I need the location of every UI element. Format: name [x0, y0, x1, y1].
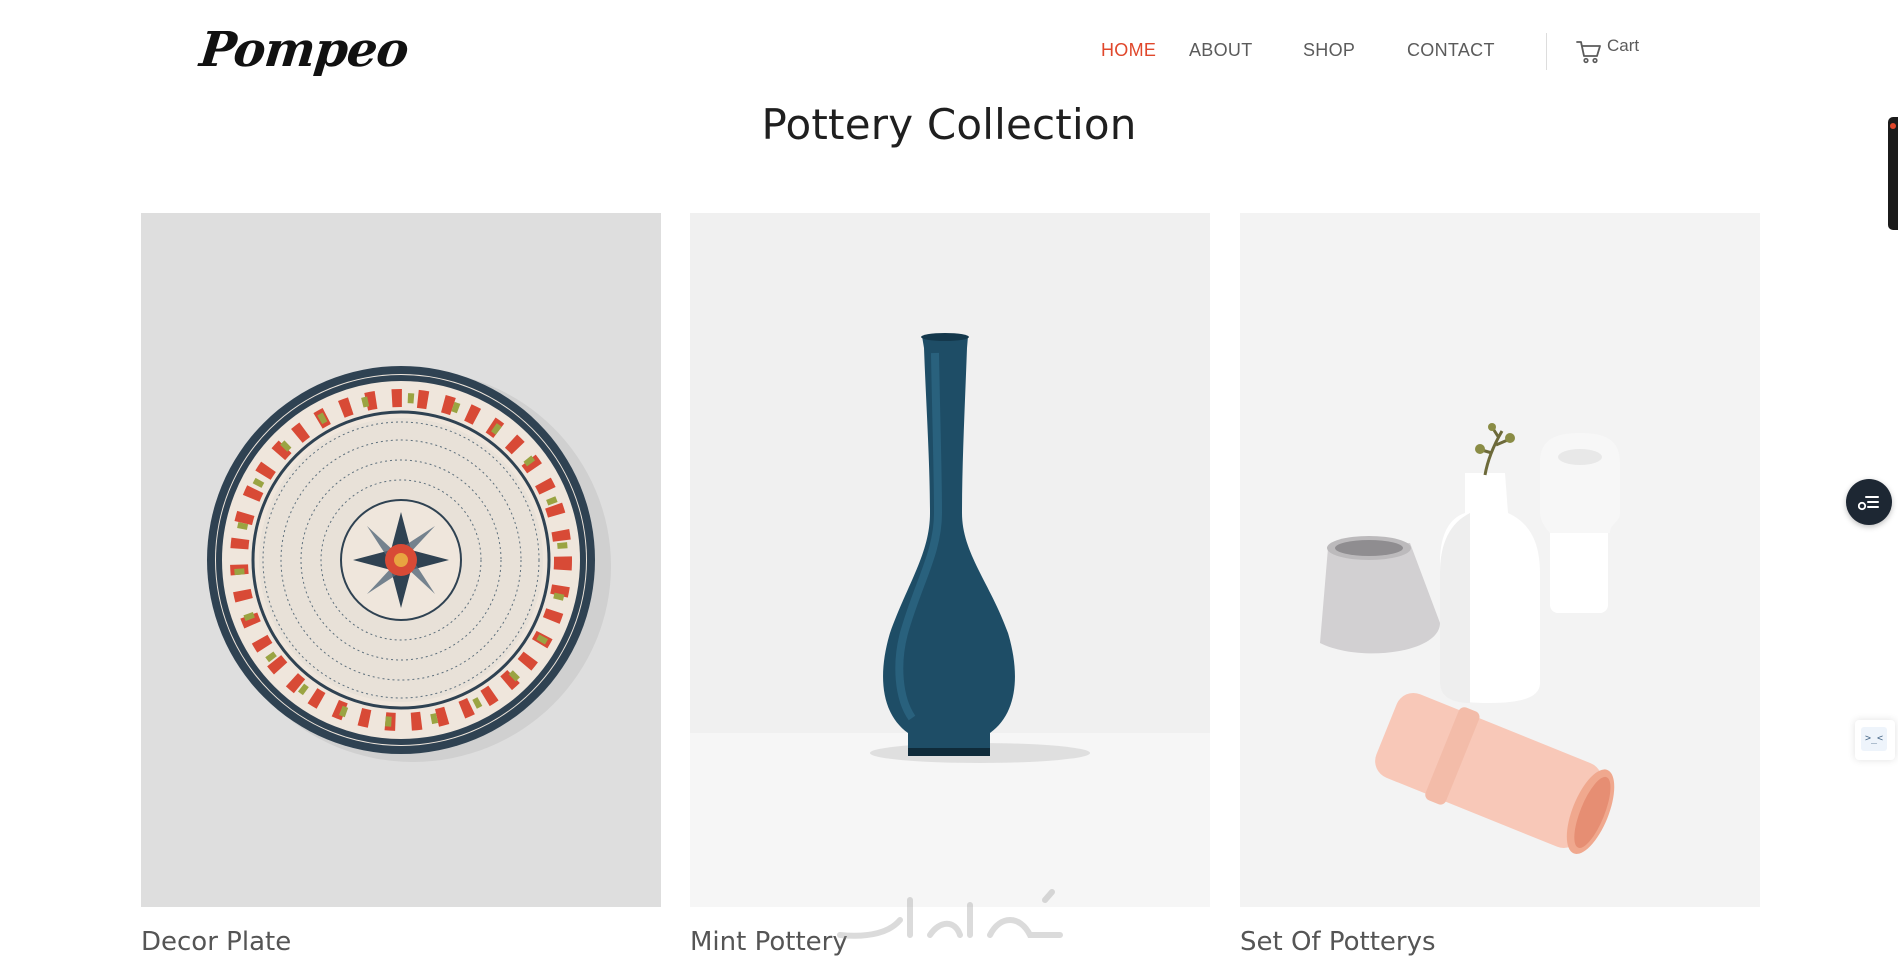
nav-item-home[interactable]: HOME — [1101, 40, 1156, 61]
brand-logo[interactable]: Pompeo — [197, 22, 411, 78]
product-name-mint-pottery[interactable]: Mint Pottery — [690, 927, 848, 957]
nav-item-about[interactable]: ABOUT — [1189, 40, 1253, 61]
product-name-set-of-potterys[interactable]: Set Of Potterys — [1240, 927, 1436, 957]
list-menu-icon — [1858, 496, 1879, 511]
side-extension-tab[interactable] — [1888, 117, 1898, 230]
nav-item-shop[interactable]: SHOP — [1303, 40, 1355, 61]
product-card-set-of-potterys[interactable]: Set Of Potterys — [1240, 213, 1760, 957]
page-title: Pottery Collection — [761, 100, 1137, 149]
cart-label: Cart — [1607, 36, 1640, 55]
floating-menu-button[interactable] — [1846, 479, 1892, 525]
plate-illustration — [207, 366, 611, 762]
vase-illustration — [690, 333, 1210, 907]
nav-divider — [1546, 33, 1547, 70]
mini-console-widget[interactable]: >_< — [1855, 720, 1895, 760]
cart-icon — [1576, 41, 1601, 64]
product-card-decor-plate[interactable]: Decor Plate — [141, 213, 661, 957]
product-image-mint-pottery[interactable] — [690, 213, 1210, 907]
site-header: Pompeo HOME ABOUT SHOP CONTACT Cart — [0, 0, 1898, 100]
pottery-set-illustration — [1320, 423, 1620, 854]
nav-item-contact[interactable]: CONTACT — [1407, 40, 1495, 61]
product-card-mint-pottery[interactable]: Mint Pottery — [690, 213, 1210, 957]
product-image-decor-plate[interactable] — [141, 213, 661, 907]
console-icon: >_< — [1861, 727, 1887, 751]
product-image-set-of-potterys[interactable] — [1240, 213, 1760, 907]
product-name-decor-plate[interactable]: Decor Plate — [141, 927, 291, 957]
